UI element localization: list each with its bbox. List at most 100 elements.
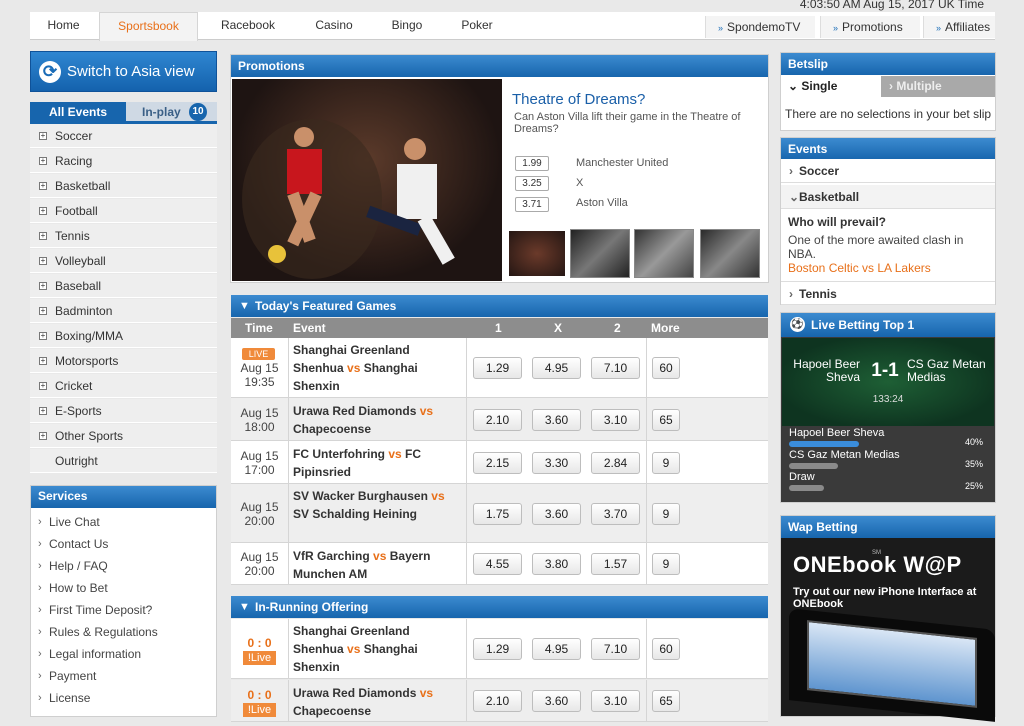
odd-draw[interactable]: 4.95	[532, 357, 581, 379]
more-markets-button[interactable]: 9	[652, 502, 680, 525]
tab-poker[interactable]: Poker	[450, 12, 504, 40]
service-link-rules-regulations[interactable]: › Rules & Regulations	[30, 621, 217, 643]
sidebar-item-e-sports[interactable]: + E-Sports	[30, 399, 217, 423]
service-link-legal-information[interactable]: › Legal information	[30, 643, 217, 665]
odd-draw[interactable]: 3.60	[532, 690, 581, 712]
tab-sportsbook[interactable]: Sportsbook	[99, 12, 198, 41]
odd-draw[interactable]: 4.95	[532, 638, 581, 660]
arrow-icon: »	[936, 23, 942, 33]
sidebar-item-outright[interactable]: Outright	[30, 449, 217, 473]
sidebar-item-basketball[interactable]: + Basketball	[30, 174, 217, 198]
odd-home[interactable]: 2.10	[473, 408, 522, 431]
sidebar-item-motorsports[interactable]: + Motorsports	[30, 349, 217, 373]
game-teams[interactable]: Shanghai Greenland Shenhua vs Shanghai S…	[293, 341, 463, 395]
promo-thumbnail-3[interactable]	[634, 229, 694, 278]
nav-link-promotions[interactable]: » Promotions	[820, 16, 920, 38]
odd-draw[interactable]: 3.80	[532, 553, 581, 575]
live-scoreboard[interactable]: Hapoel Beer Sheva 1-1 CS Gaz Metan Media…	[782, 338, 994, 426]
sidebar-item-boxing-mma[interactable]: + Boxing/MMA	[30, 324, 217, 348]
live-odds-bar[interactable]	[789, 485, 824, 491]
service-link-how-to-bet[interactable]: › How to Bet	[30, 577, 217, 599]
game-teams[interactable]: Urawa Red Diamonds vs Chapecoense	[293, 402, 463, 438]
promo-thumbnail-1[interactable]	[507, 229, 567, 278]
more-markets-button[interactable]: 60	[652, 638, 680, 660]
odd-away[interactable]: 7.10	[591, 357, 640, 379]
tab-bingo[interactable]: Bingo	[380, 12, 434, 40]
game-teams[interactable]: Urawa Red Diamonds vs Chapecoense	[293, 684, 463, 720]
nav-link-spondemotv[interactable]: » SpondemoTV	[705, 16, 815, 38]
service-link-license[interactable]: › License	[30, 687, 217, 709]
more-markets-button[interactable]: 9	[652, 451, 680, 474]
switch-asia-view-button[interactable]: ⟳ Switch to Asia view	[30, 51, 217, 92]
event-item-soccer[interactable]: › Soccer	[781, 159, 995, 183]
promo-description: Can Aston Villa lift their game in the T…	[514, 111, 741, 135]
sidebar-item-racing[interactable]: + Racing	[30, 149, 217, 173]
chevron-right-icon: ›	[38, 582, 42, 594]
odd-home[interactable]: 2.15	[473, 451, 522, 474]
refresh-icon: ⟳	[39, 61, 61, 83]
service-link-first-time-deposit-[interactable]: › First Time Deposit?	[30, 599, 217, 621]
tab-racebook[interactable]: Racebook	[208, 12, 288, 40]
odd-away[interactable]: 3.10	[591, 690, 640, 712]
promo-thumbnail-4[interactable]	[700, 229, 760, 278]
odd-draw[interactable]: 3.60	[532, 502, 581, 525]
odd-draw[interactable]: 3.30	[532, 451, 581, 474]
tab-multiple[interactable]: › Multiple	[881, 76, 995, 97]
tab-casino[interactable]: Casino	[304, 12, 364, 40]
more-markets-button[interactable]: 9	[652, 553, 680, 575]
odd-draw[interactable]: 3.60	[532, 408, 581, 431]
tab-in-play[interactable]: In-play 10	[126, 102, 217, 122]
sidebar-item-badminton[interactable]: + Badminton	[30, 299, 217, 323]
service-link-contact-us[interactable]: › Contact Us	[30, 533, 217, 555]
odd-home[interactable]: 1.75	[473, 502, 522, 525]
betslip-title: Betslip	[781, 53, 995, 75]
game-teams[interactable]: SV Wacker Burghausen vs SV Schalding Hei…	[293, 487, 463, 523]
game-teams[interactable]: FC Unterfohring vs FC Pipinsried	[293, 445, 463, 481]
phone-image[interactable]	[789, 608, 995, 722]
featured-games-header[interactable]: ▼ Today's Featured Games	[231, 295, 768, 317]
odd-home[interactable]: 4.55	[473, 553, 522, 575]
sidebar-item-other-sports[interactable]: + Other Sports	[30, 424, 217, 448]
tab-home[interactable]: Home	[30, 12, 97, 40]
service-link-help-faq[interactable]: › Help / FAQ	[30, 555, 217, 577]
in-running-header[interactable]: ▼ In-Running Offering	[231, 596, 768, 618]
odd-home[interactable]: 1.29	[473, 638, 522, 660]
odd-away[interactable]: 2.84	[591, 451, 640, 474]
odd-away[interactable]: 3.70	[591, 502, 640, 525]
promo-thumbnail-2[interactable]	[570, 229, 630, 278]
sidebar-item-cricket[interactable]: + Cricket	[30, 374, 217, 398]
sidebar-item-soccer[interactable]: + Soccer	[30, 124, 217, 148]
game-teams[interactable]: Shanghai Greenland Shenhua vs Shanghai S…	[293, 622, 463, 676]
live-odds-bar[interactable]	[789, 463, 838, 469]
plus-icon: +	[39, 431, 47, 440]
more-markets-button[interactable]: 60	[652, 357, 680, 379]
plus-icon: +	[39, 281, 47, 290]
event-item-basketball[interactable]: ⌄ Basketball	[781, 185, 995, 209]
more-markets-button[interactable]: 65	[652, 690, 680, 712]
sidebar-item-volleyball[interactable]: + Volleyball	[30, 249, 217, 273]
promo-odd-1[interactable]: 1.99	[515, 156, 549, 171]
plus-icon: +	[39, 256, 47, 265]
odd-away[interactable]: 3.10	[591, 408, 640, 431]
event-item-tennis[interactable]: › Tennis	[781, 281, 995, 305]
service-link-payment[interactable]: › Payment	[30, 665, 217, 687]
sidebar-item-tennis[interactable]: + Tennis	[30, 224, 217, 248]
sidebar-item-football[interactable]: + Football	[30, 199, 217, 223]
service-link-live-chat[interactable]: › Live Chat	[30, 511, 217, 533]
promo-odd-3[interactable]: 3.71	[515, 197, 549, 212]
promo-odd-2[interactable]: 3.25	[515, 176, 549, 191]
odd-away[interactable]: 7.10	[591, 638, 640, 660]
odd-home[interactable]: 2.10	[473, 690, 522, 712]
sidebar-item-baseball[interactable]: + Baseball	[30, 274, 217, 298]
chevron-down-icon: ▼	[239, 300, 250, 312]
odd-home[interactable]: 1.29	[473, 357, 522, 379]
odd-away[interactable]: 1.57	[591, 553, 640, 575]
tab-single[interactable]: ⌄ Single	[781, 76, 881, 97]
event-link[interactable]: Boston Celtic vs LA Lakers	[788, 261, 931, 275]
nav-link-affiliates[interactable]: » Affiliates	[923, 16, 995, 38]
more-markets-button[interactable]: 65	[652, 408, 680, 431]
wap-betting-panel: Wap Betting ONEbook W@P SM Try out our n…	[780, 515, 996, 722]
game-teams[interactable]: VfR Garching vs Bayern Munchen AM	[293, 547, 463, 583]
tab-all-events[interactable]: All Events	[30, 102, 126, 122]
live-odds-bar[interactable]	[789, 441, 859, 447]
